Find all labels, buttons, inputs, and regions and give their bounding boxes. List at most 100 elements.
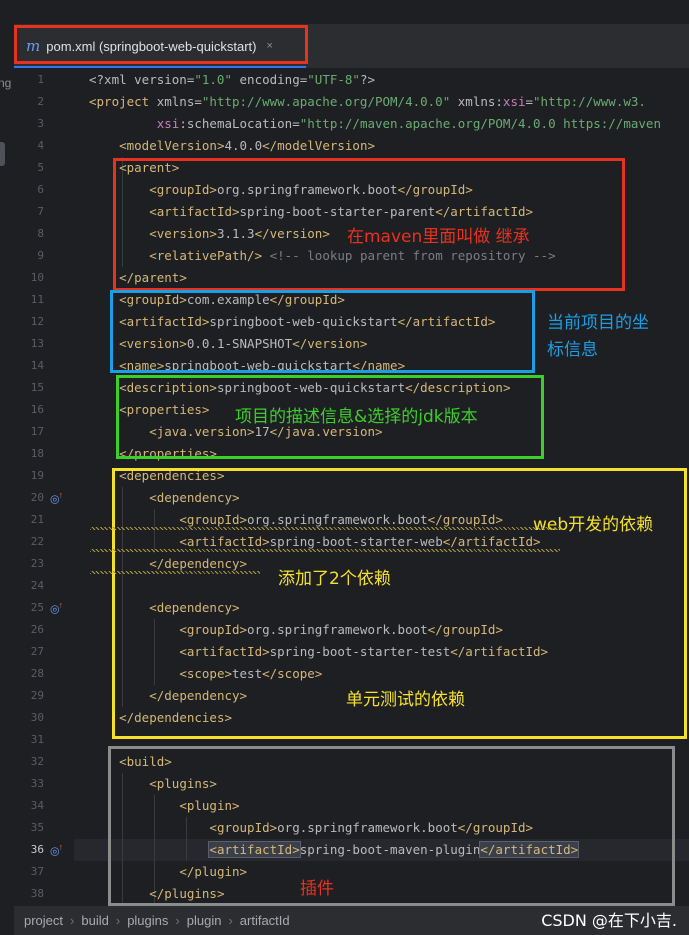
code-token: "http://maven.apache.org/POM/4.0.0 https… <box>299 116 661 131</box>
line-number: 15 <box>30 381 44 394</box>
breadcrumb-item[interactable]: project <box>24 913 63 928</box>
line-number: 16 <box>30 403 44 416</box>
code-token: 4.0.0 <box>224 138 263 153</box>
override-arrow-icon: ↑ <box>58 600 64 610</box>
line-number: 31 <box>30 733 44 746</box>
code-token: encoding= <box>232 72 308 87</box>
breadcrumb-separator-icon: › <box>175 913 180 928</box>
left-tool-strip: ng <box>0 24 14 935</box>
code-line[interactable]: <project xmlns="http://www.apache.org/PO… <box>89 94 646 109</box>
line-number: 26 <box>30 623 44 636</box>
line-number: 25 <box>30 601 44 614</box>
line-number: 29 <box>30 689 44 702</box>
code-token: xmlns: <box>457 94 503 109</box>
line-number: 11 <box>30 293 44 306</box>
line-number: 20 <box>30 491 44 504</box>
code-token: xsi <box>156 116 180 131</box>
line-number: 30 <box>30 711 44 724</box>
line-number: 27 <box>30 645 44 658</box>
build-highlight-box <box>108 746 675 906</box>
code-token: :schemaLocation= <box>179 116 300 131</box>
line-number: 22 <box>30 535 44 548</box>
coordinates-annotation: 当前项目的坐 标信息 <box>547 313 649 360</box>
line-number: 17 <box>30 425 44 438</box>
line-number: 24 <box>30 579 44 592</box>
code-token: <?xml version= <box>89 72 195 87</box>
plugin-annotation: 插件 <box>300 879 334 899</box>
editor-tab-bar: m pom.xml (springboot-web-quickstart) × <box>14 24 689 68</box>
code-token: ?> <box>359 72 376 87</box>
line-number: 8 <box>37 227 44 240</box>
line-number: 18 <box>30 447 44 460</box>
line-number: 23 <box>30 557 44 570</box>
line-number: 34 <box>30 799 44 812</box>
line-number: 13 <box>30 337 44 350</box>
breadcrumb-item[interactable]: artifactId <box>240 913 290 928</box>
line-number: 14 <box>30 359 44 372</box>
line-number-gutter: 1 2 3 4 5 6 7 8 9 10 11 12 13 14 15 16 17 18 19 20 ◎↑ 21 22 23 2… <box>14 68 74 906</box>
breadcrumb-item[interactable]: plugins <box>127 913 168 928</box>
warning-underline <box>90 549 560 552</box>
line-number: 10 <box>30 271 44 284</box>
code-line[interactable]: xsi:schemaLocation="http://maven.apache.… <box>89 116 661 131</box>
breadcrumb-separator-icon: › <box>228 913 233 928</box>
code-token: xsi <box>502 94 526 109</box>
code-token: xmlns= <box>156 94 202 109</box>
code-line[interactable]: <?xml version="1.0" encoding="UTF-8"?> <box>89 72 375 87</box>
code-token: </modelVersion> <box>262 138 375 153</box>
run-gutter-icon[interactable]: ◎↑ <box>50 490 63 506</box>
line-number: 33 <box>30 777 44 790</box>
line-number: 4 <box>37 139 44 152</box>
override-arrow-icon: ↑ <box>58 490 64 500</box>
warning-underline <box>90 527 560 530</box>
line-number: 35 <box>30 821 44 834</box>
override-arrow-icon: ↑ <box>58 842 64 852</box>
code-editor[interactable]: 1 2 3 4 5 6 7 8 9 10 11 12 13 14 15 16 17 18 19 20 ◎↑ 21 22 23 2… <box>14 68 689 906</box>
line-number: 28 <box>30 667 44 680</box>
breadcrumb-separator-icon: › <box>70 913 75 928</box>
breadcrumb-separator-icon: › <box>115 913 121 928</box>
sidebar-scroll-marker[interactable] <box>0 142 5 166</box>
line-number: 37 <box>30 865 44 878</box>
line-number: 3 <box>37 117 44 130</box>
code-token: <modelVersion> <box>119 138 225 153</box>
breadcrumb-item[interactable]: build <box>81 913 108 928</box>
line-number: 32 <box>30 755 44 768</box>
code-token: "http://www.apache.org/POM/4.0.0" <box>201 94 458 109</box>
added-dependencies-annotation: 添加了2个依赖 <box>278 569 391 589</box>
line-number: 2 <box>37 95 44 108</box>
line-number: 7 <box>37 205 44 218</box>
code-token: "http://www.w3. <box>533 94 646 109</box>
code-token: "1.0" <box>194 72 232 87</box>
run-gutter-icon[interactable]: ◎↑ <box>50 600 63 616</box>
line-number: 19 <box>30 469 44 482</box>
code-token: = <box>525 94 534 109</box>
web-dependency-annotation: web开发的依赖 <box>533 515 654 535</box>
code-token: "UTF-8" <box>307 72 360 87</box>
line-number: 21 <box>30 513 44 526</box>
description-annotation: 项目的描述信息&选择的jdk版本 <box>235 407 478 427</box>
code-line[interactable]: <modelVersion>4.0.0</modelVersion> <box>89 138 375 153</box>
parent-annotation: 在maven里面叫做 继承 <box>347 227 530 247</box>
line-number: 9 <box>37 249 44 262</box>
test-dependency-annotation: 单元测试的依赖 <box>346 690 465 710</box>
warning-underline <box>90 571 260 574</box>
breadcrumb-item[interactable]: plugin <box>187 913 222 928</box>
line-number: 6 <box>37 183 44 196</box>
line-number: 38 <box>30 887 44 900</box>
line-number: 5 <box>37 161 44 174</box>
tab-highlight-box <box>14 25 308 64</box>
title-bar <box>0 0 689 24</box>
coordinates-highlight-box <box>110 290 535 373</box>
clipped-sidebar-label: ng <box>0 76 12 90</box>
code-token: <project <box>89 94 157 109</box>
line-number: 1 <box>37 73 44 86</box>
watermark: CSDN @在下小吉. <box>541 911 677 930</box>
line-number: 12 <box>30 315 44 328</box>
run-gutter-icon[interactable]: ◎↑ <box>50 842 63 858</box>
